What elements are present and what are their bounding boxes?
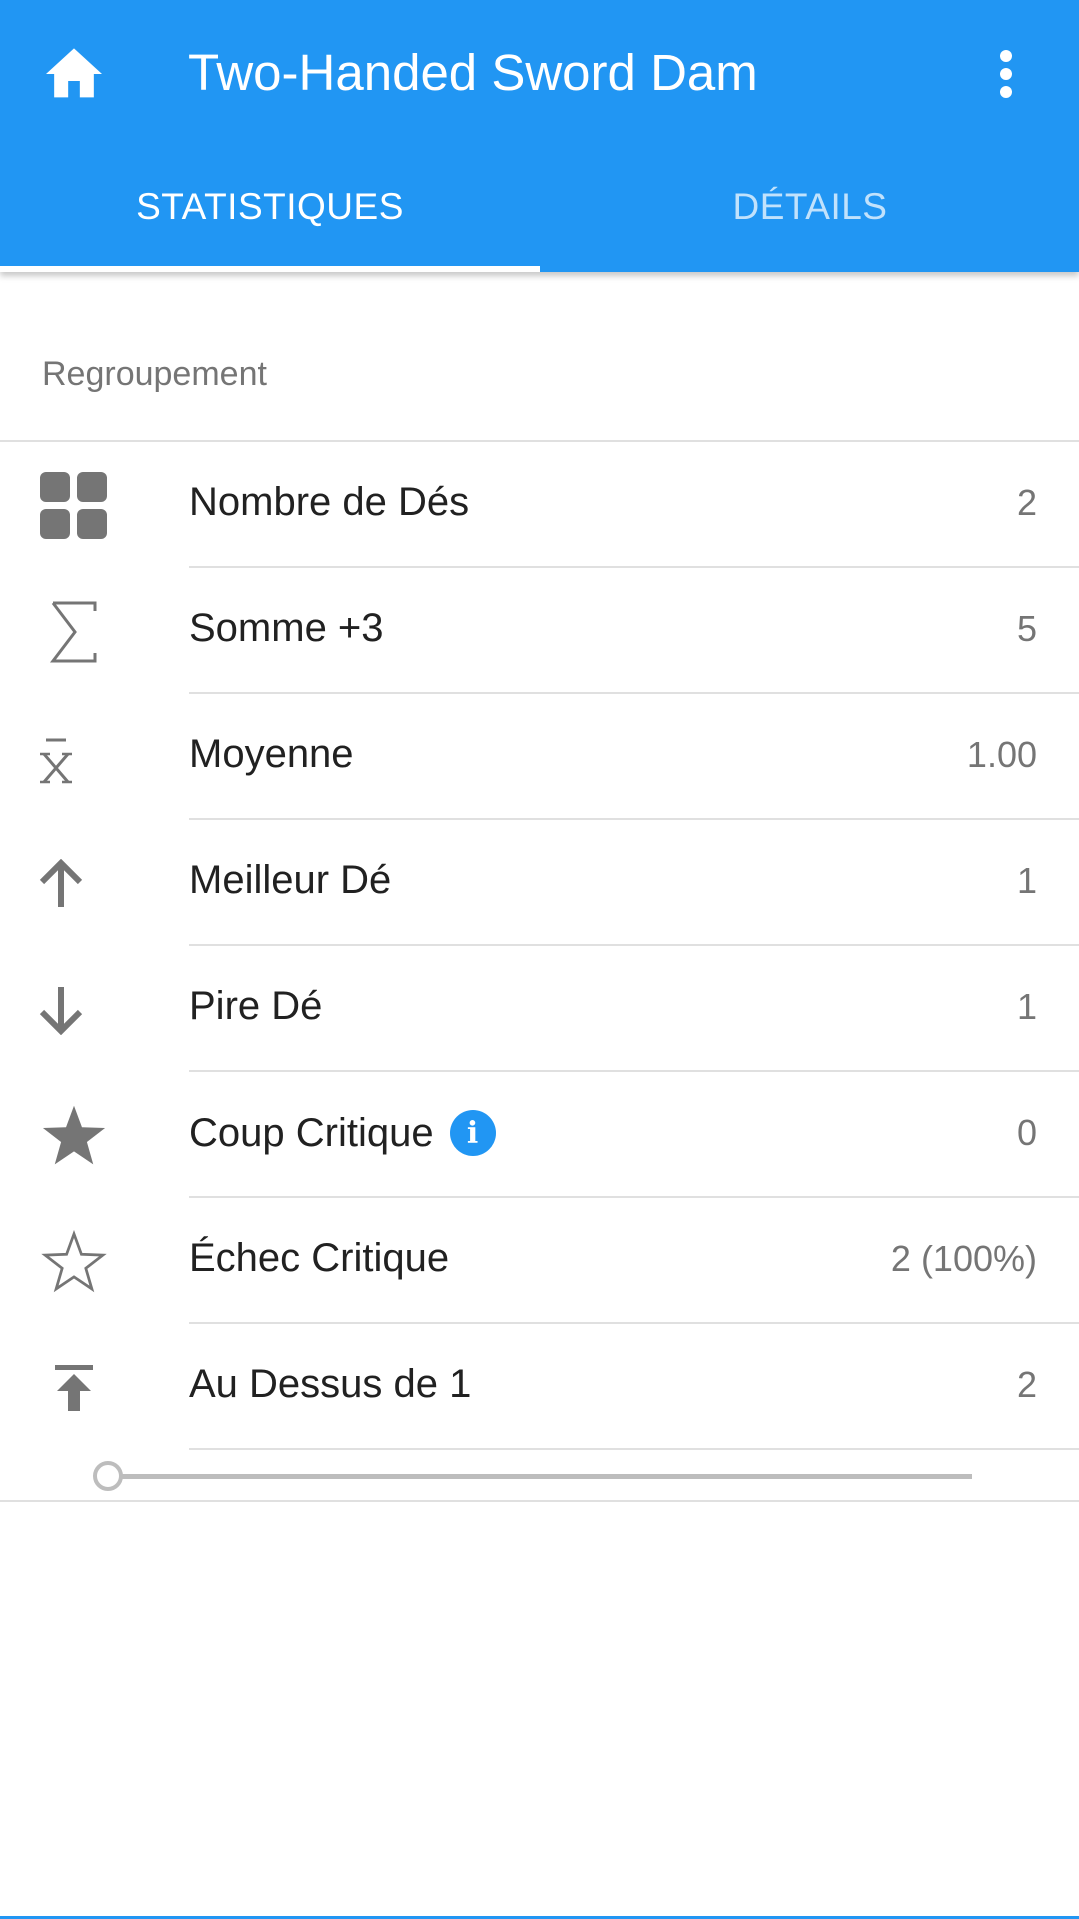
overflow-menu-button[interactable] — [958, 26, 1054, 122]
stat-value: 2 — [1016, 1364, 1037, 1405]
home-icon — [46, 48, 102, 98]
stat-value: 1 — [1016, 986, 1037, 1027]
stat-value: 0 — [1016, 1112, 1037, 1153]
info-icon[interactable]: i — [449, 1110, 496, 1156]
mean-icon — [34, 718, 114, 798]
slider-thumb[interactable] — [93, 1461, 123, 1491]
stat-label: Meilleur Dé — [189, 858, 392, 902]
stat-row-critical-fail[interactable]: Échec Critique 2 (100%) — [0, 1198, 1079, 1324]
stat-label: Nombre de Dés — [189, 480, 470, 524]
list-bottom-divider — [0, 1500, 1079, 1502]
stat-value: 2 — [1016, 482, 1037, 523]
stat-label: Échec Critique — [189, 1236, 450, 1280]
stat-label: Au Dessus de 1 — [189, 1362, 472, 1406]
stat-row-sum[interactable]: Somme +3 5 — [0, 568, 1079, 694]
star-outline-icon — [34, 1222, 114, 1302]
more-vertical-icon — [1000, 50, 1012, 98]
page-title: Two-Handed Sword Dam — [188, 44, 758, 101]
app-bar: Two-Handed Sword Dam STATISTIQUES DÉTAIL… — [0, 0, 1079, 272]
star-filled-icon — [34, 1096, 114, 1176]
stat-row-worst-die[interactable]: Pire Dé 1 — [0, 946, 1079, 1072]
sigma-icon — [34, 592, 114, 672]
tab-statistiques[interactable]: STATISTIQUES — [0, 150, 540, 272]
stat-row-dice-count[interactable]: Nombre de Dés 2 — [0, 442, 1079, 568]
stat-value: 1 — [1016, 860, 1037, 901]
stat-label: Pire Dé — [189, 984, 323, 1028]
stat-label: Somme +3 — [189, 606, 384, 650]
arrow-up-icon — [34, 844, 114, 924]
active-tab-indicator — [0, 266, 540, 272]
stat-row-best-die[interactable]: Meilleur Dé 1 — [0, 820, 1079, 946]
stat-label: Moyenne — [189, 732, 354, 776]
stat-label: Coup Critique — [189, 1110, 434, 1155]
tab-details[interactable]: DÉTAILS — [540, 150, 1079, 272]
stat-value: 5 — [1016, 608, 1037, 649]
stat-value: 1.00 — [966, 734, 1037, 775]
stat-row-mean[interactable]: Moyenne 1.00 — [0, 694, 1079, 820]
upload-to-top-icon — [34, 1348, 114, 1428]
stat-label-with-info: Coup Critique i — [189, 1110, 496, 1156]
threshold-slider[interactable] — [92, 1456, 972, 1496]
stat-row-above-threshold[interactable]: Au Dessus de 1 2 — [0, 1324, 1079, 1450]
stat-row-critical-hit[interactable]: Coup Critique i 0 — [0, 1072, 1079, 1198]
arrow-down-icon — [34, 970, 114, 1050]
slider-track[interactable] — [108, 1474, 972, 1479]
home-button[interactable] — [26, 26, 122, 122]
stat-value: 2 (100%) — [890, 1238, 1037, 1279]
row-divider — [189, 1448, 1079, 1450]
grid-icon — [34, 466, 114, 546]
section-header: Regroupement — [42, 355, 267, 393]
